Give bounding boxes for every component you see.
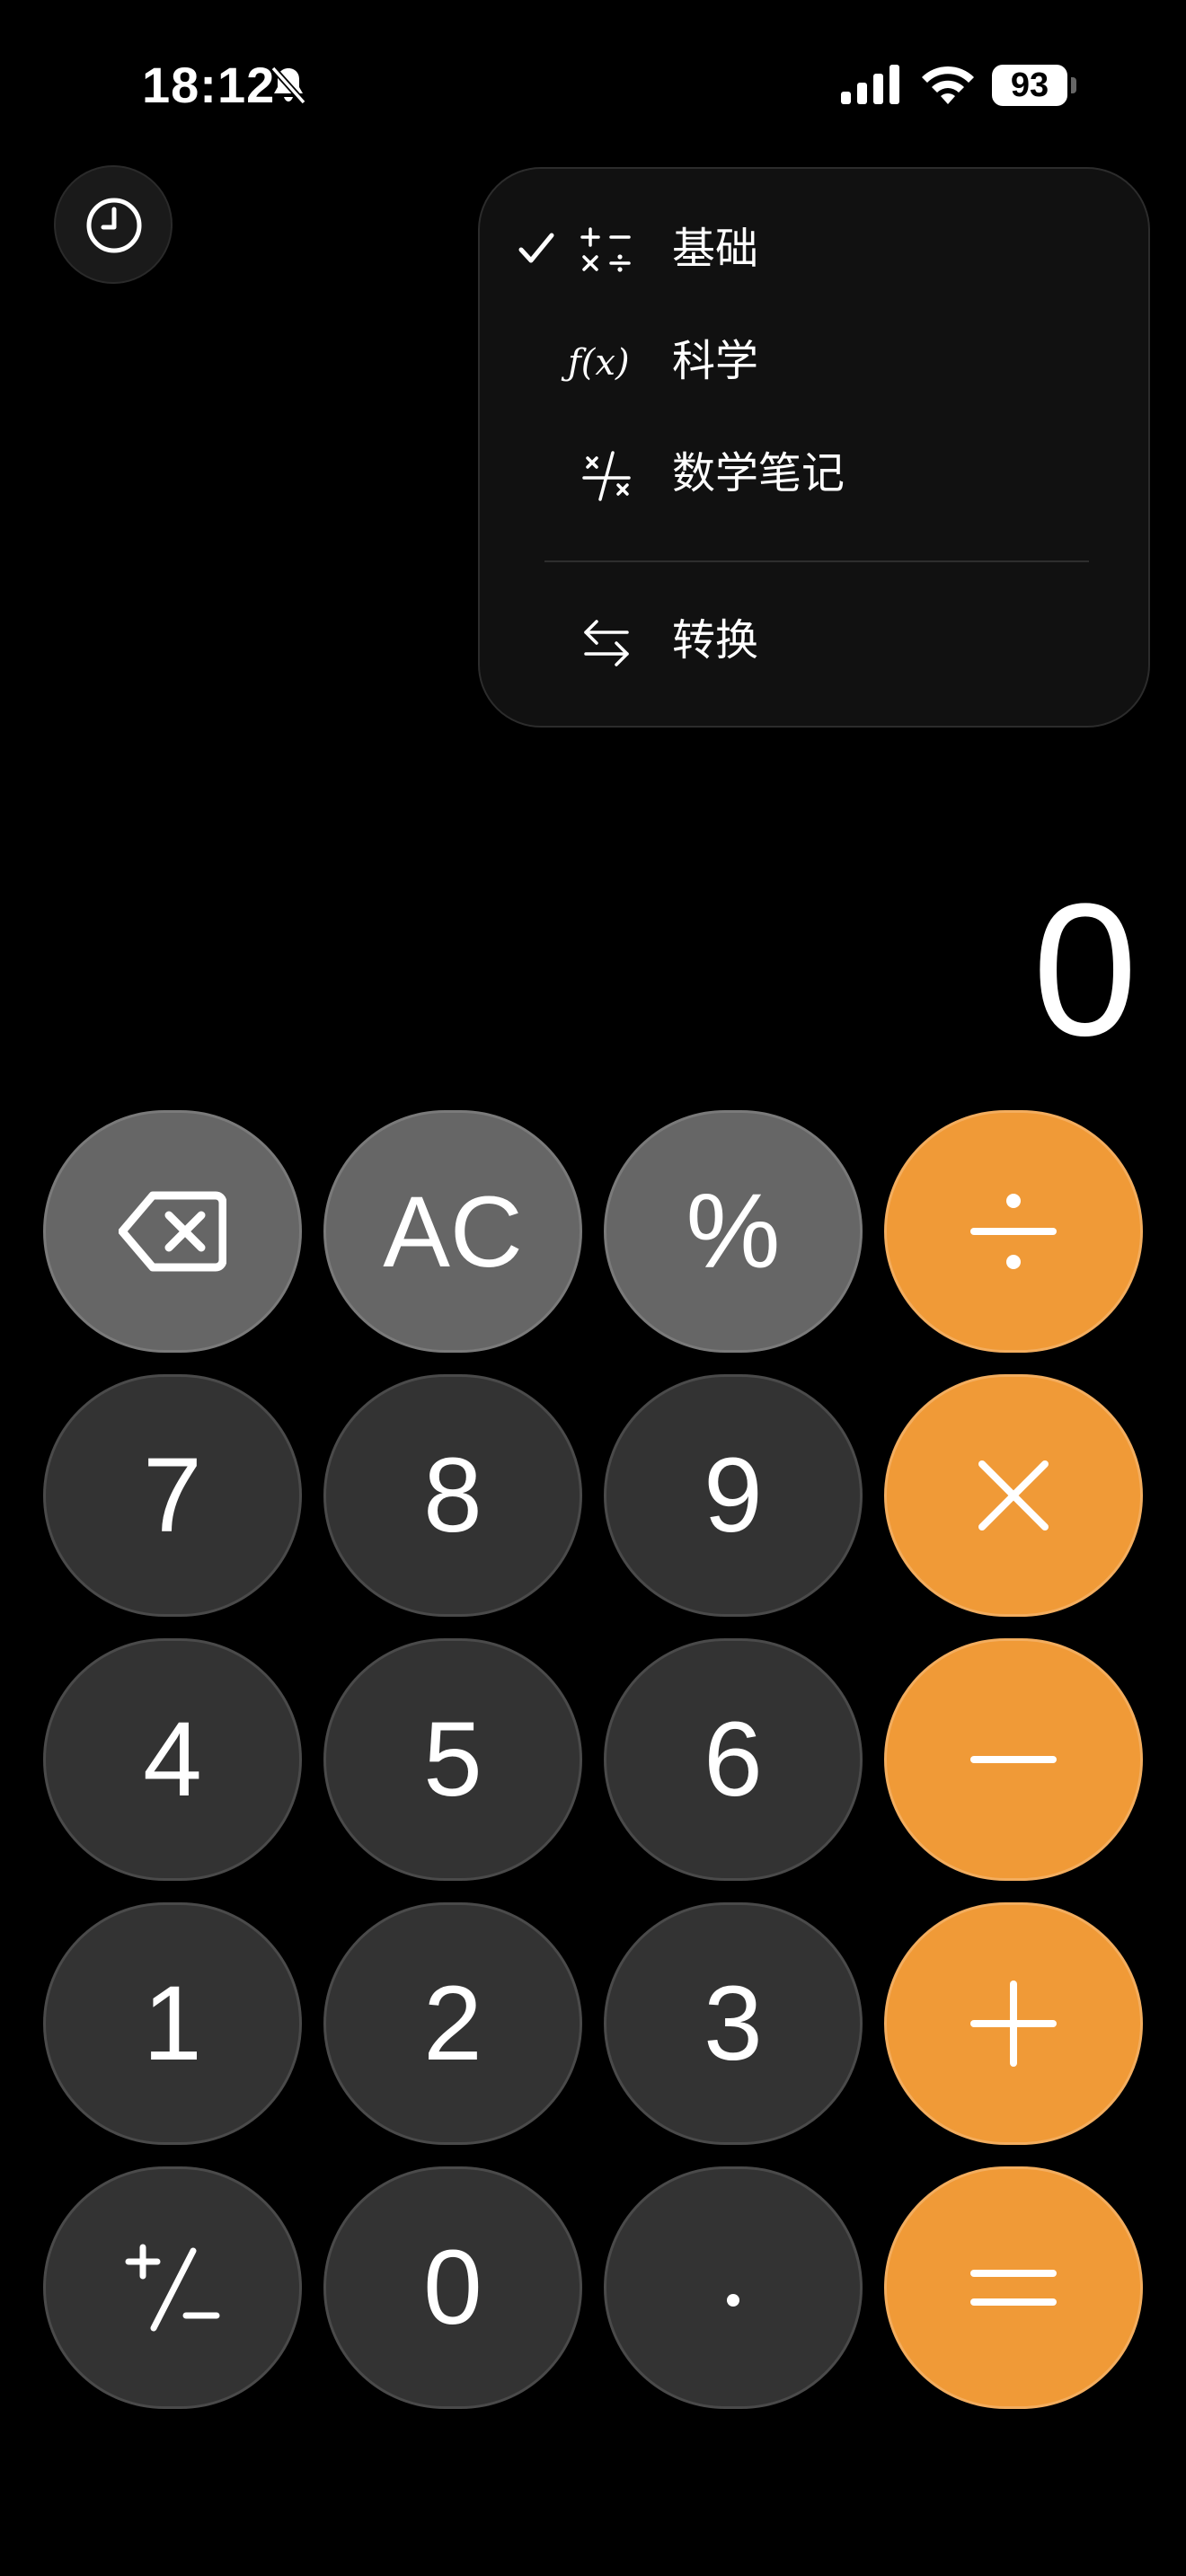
percent-button[interactable]: %: [604, 1110, 863, 1353]
battery-cap: [1071, 77, 1076, 93]
menu-item-label: 科学: [672, 338, 759, 385]
digit-3-button[interactable]: 3: [604, 1902, 863, 2145]
equals-icon: [970, 2270, 1057, 2306]
decimal-button[interactable]: [604, 2166, 863, 2409]
digit-9-button[interactable]: 9: [604, 1374, 863, 1617]
result-display: 0: [1032, 864, 1137, 1075]
multiply-button[interactable]: [884, 1374, 1143, 1617]
multiply-icon: [978, 1460, 1049, 1531]
bell-slash-icon: [270, 66, 306, 105]
menu-item-convert[interactable]: 转换: [480, 596, 1148, 695]
cellular-signal-icon: [841, 65, 899, 104]
divide-button[interactable]: [884, 1110, 1143, 1353]
convert-arrows-icon: [584, 620, 629, 666]
digit-1-button[interactable]: 1: [43, 1902, 302, 2145]
clock-icon: [86, 198, 142, 253]
equals-button[interactable]: [884, 2166, 1143, 2409]
digit-0-button[interactable]: 0: [323, 2166, 582, 2409]
checkmark-icon: [518, 233, 554, 263]
plus-button[interactable]: [884, 1902, 1143, 2145]
menu-divider: [544, 560, 1089, 562]
plus-minus-icon: [125, 2244, 220, 2332]
calculator-mode-menu: 基础 ƒ(x) 科学 数学笔记 转换: [478, 167, 1150, 728]
function-icon: ƒ(x): [568, 342, 630, 384]
backspace-button[interactable]: [43, 1110, 302, 1353]
menu-item-label: 转换: [672, 617, 759, 665]
digit-8-button[interactable]: 8: [323, 1374, 582, 1617]
battery-level: 93: [992, 65, 1067, 106]
decimal-icon: [727, 2294, 739, 2307]
minus-button[interactable]: [884, 1638, 1143, 1881]
digit-2-button[interactable]: 2: [323, 1902, 582, 2145]
digit-6-button[interactable]: 6: [604, 1638, 863, 1881]
backspace-icon: [119, 1191, 226, 1272]
status-time: 18:12: [142, 57, 276, 113]
plus-icon: [970, 1981, 1057, 2067]
digit-5-button[interactable]: 5: [323, 1638, 582, 1881]
history-button[interactable]: [54, 165, 173, 284]
wifi-icon: [922, 66, 974, 104]
clear-button[interactable]: AC: [323, 1110, 582, 1353]
menu-item-label: 数学笔记: [672, 450, 845, 498]
menu-item-scientific[interactable]: ƒ(x) 科学: [480, 317, 1148, 416]
divide-icon: [970, 1194, 1057, 1269]
digit-7-button[interactable]: 7: [43, 1374, 302, 1617]
menu-item-basic[interactable]: 基础: [480, 205, 1148, 304]
plus-minus-button[interactable]: [43, 2166, 302, 2409]
math-notes-icon: [582, 451, 631, 501]
menu-item-label: 基础: [672, 225, 759, 273]
basic-ops-icon: [580, 227, 631, 272]
battery-icon: 93: [992, 65, 1078, 106]
digit-4-button[interactable]: 4: [43, 1638, 302, 1881]
status-bar: 18:12 93: [0, 0, 1186, 171]
minus-icon: [970, 1756, 1057, 1763]
menu-item-math-notes[interactable]: 数学笔记: [480, 429, 1148, 528]
